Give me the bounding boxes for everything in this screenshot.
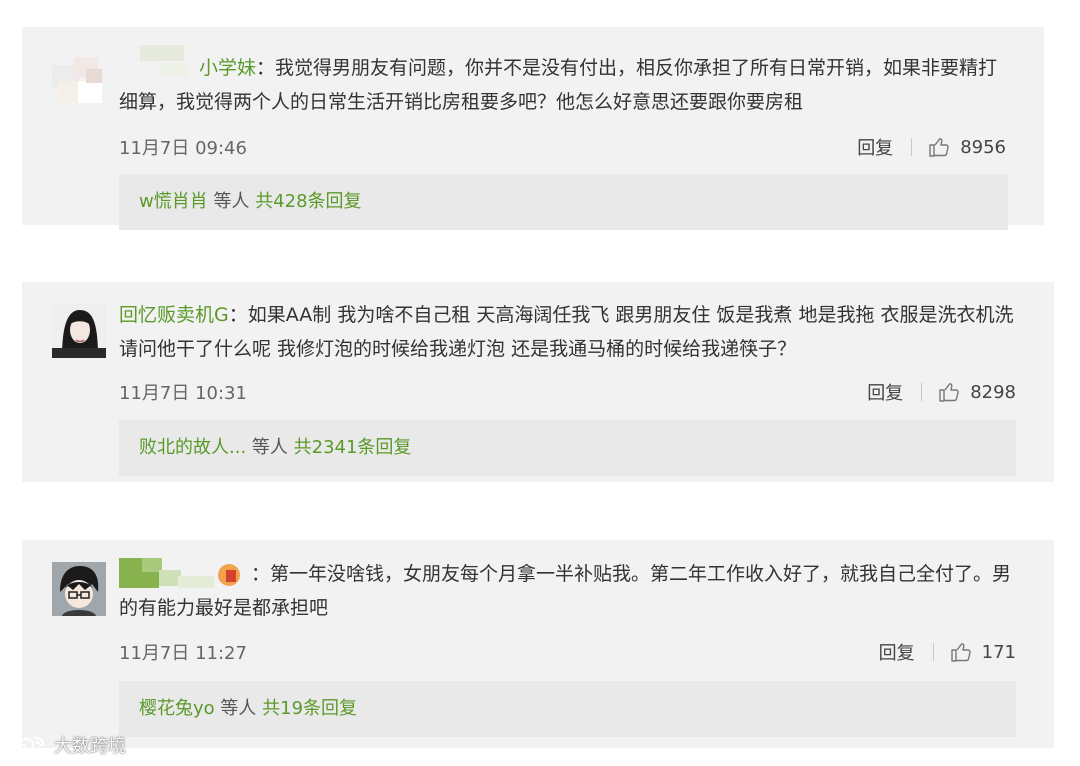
comment-time: 11月7日 09:46	[119, 138, 247, 159]
like-count: 8956	[960, 136, 1006, 158]
comment-time: 11月7日 11:27	[119, 643, 247, 664]
comment-actions: 回复 8298	[867, 379, 1016, 405]
reply-count[interactable]: 共19条回复	[262, 698, 357, 719]
reply-connector: 等人	[246, 437, 294, 458]
reply-connector: 等人	[214, 698, 263, 719]
watermark-text: 大数跨境	[54, 736, 126, 757]
colon: ：	[256, 57, 276, 79]
reply-connector: 等人	[207, 191, 256, 212]
thumbs-up-icon	[939, 383, 959, 402]
comment-card-2: 回忆贩卖机G：如果AA制 我为啥不自己租 天高海阔任我飞 跟男朋友住 饭是我煮 …	[22, 282, 1054, 482]
divider	[911, 138, 913, 156]
reply-button[interactable]: 回复	[879, 639, 915, 665]
watermark: 大数跨境	[10, 732, 126, 758]
avatar[interactable]	[52, 51, 106, 105]
like-button[interactable]: 8956	[928, 136, 1006, 158]
comment-text: 小学妹：我觉得男朋友有问题，你并不是没有付出，相反你承担了所有日常开销，如果非要…	[119, 51, 1014, 119]
reply-button[interactable]: 回复	[867, 379, 903, 405]
avatar[interactable]	[52, 562, 106, 616]
divider	[921, 383, 923, 401]
like-button[interactable]: 171	[950, 641, 1016, 663]
thumbs-up-icon	[929, 138, 949, 157]
avatar[interactable]	[52, 304, 106, 358]
comment-time: 11月7日 10:31	[119, 383, 247, 404]
comment-text: 回忆贩卖机G：如果AA制 我为啥不自己租 天高海阔任我飞 跟男朋友住 饭是我煮 …	[119, 298, 1024, 366]
comment-username[interactable]: 小学妹	[199, 57, 256, 79]
thumbs-up-icon	[950, 643, 971, 662]
reply-user[interactable]: 败北的故人...	[139, 437, 246, 458]
reply-count[interactable]: 共428条回复	[255, 191, 361, 212]
divider	[932, 643, 934, 661]
comment-body: 如果AA制 我为啥不自己租 天高海阔任我飞 跟男朋友住 饭是我煮 地是我拖 衣服…	[119, 304, 1014, 360]
like-button[interactable]: 8298	[938, 381, 1016, 403]
comment-username[interactable]: 回忆贩卖机G	[119, 304, 229, 326]
reply-user[interactable]: w慌肖肖	[139, 191, 208, 212]
reply-user[interactable]: 樱花兔yo	[139, 698, 215, 719]
like-count: 8298	[970, 381, 1016, 403]
reply-summary[interactable]: w慌肖肖 等人 共428条回复	[119, 174, 1008, 230]
colon: ：	[251, 563, 271, 585]
reply-summary[interactable]: 败北的故人... 等人 共2341条回复	[119, 420, 1016, 476]
like-count: 171	[981, 641, 1016, 663]
avatar-image	[52, 304, 106, 358]
comment-card-1: 小学妹：我觉得男朋友有问题，你并不是没有付出，相反你承担了所有日常开销，如果非要…	[22, 27, 1044, 230]
colon: ：	[228, 304, 248, 326]
weibo-logo-icon	[11, 736, 45, 756]
avatar-image	[52, 562, 106, 616]
comment-actions: 回复 171	[879, 639, 1016, 665]
reply-count[interactable]: 共2341条回复	[294, 437, 412, 458]
reply-summary[interactable]: 樱花兔yo 等人 共19条回复	[119, 681, 1016, 737]
comment-card-3: ：第一年没啥钱，女朋友每个月拿一半补贴我。第二年工作收入好了，就我自己全付了。男…	[22, 540, 1054, 748]
reply-button[interactable]: 回复	[857, 134, 893, 160]
comment-text: ：第一年没啥钱，女朋友每个月拿一半补贴我。第二年工作收入好了，就我自己全付了。男…	[119, 557, 1024, 625]
comment-actions: 回复 8956	[857, 134, 1006, 160]
